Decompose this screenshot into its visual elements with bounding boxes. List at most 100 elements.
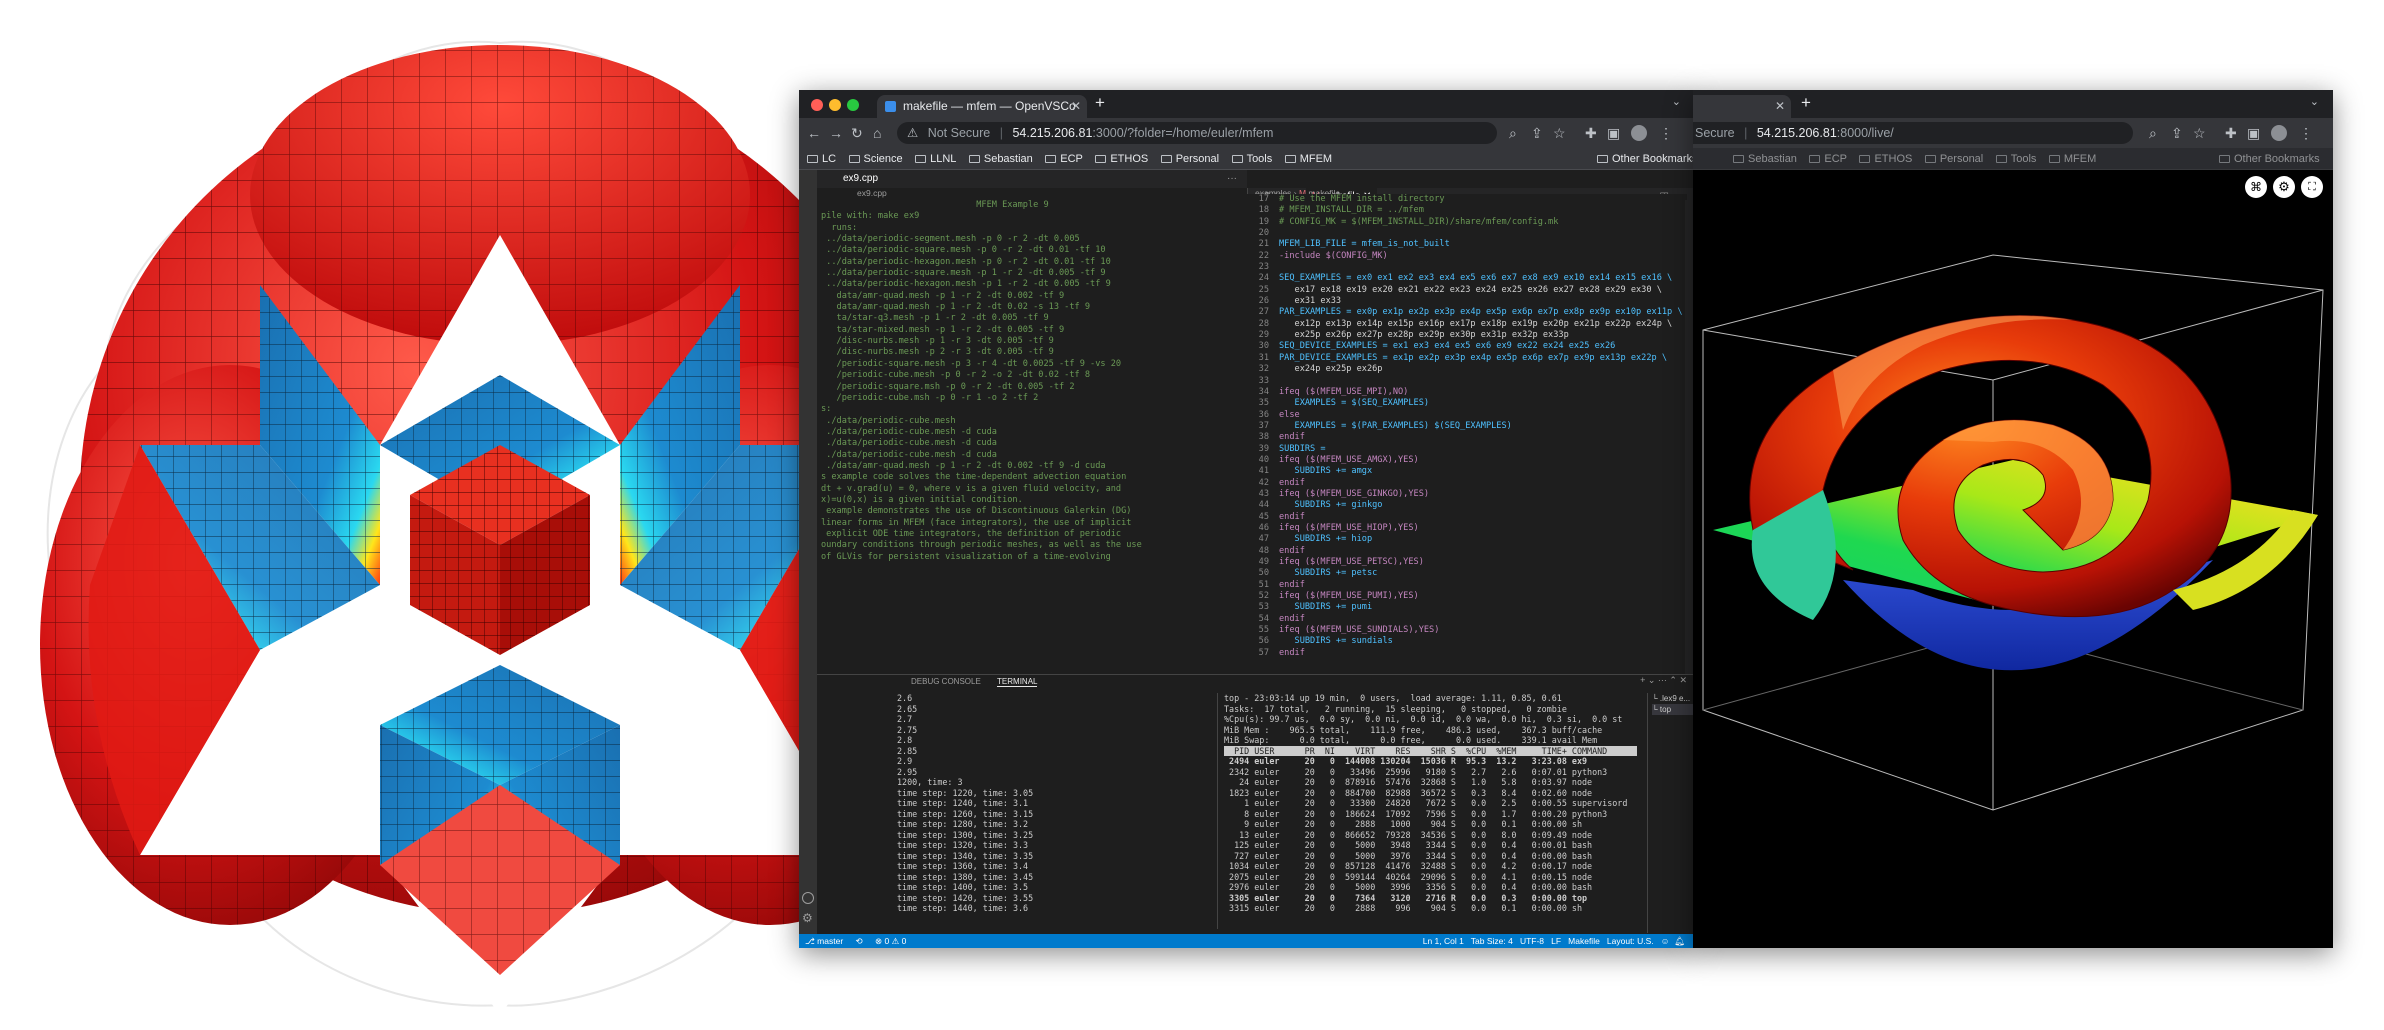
branch-status[interactable]: ⎇ master [805, 936, 843, 946]
bookmark-llnl[interactable]: LLNL [915, 148, 956, 169]
code-line: 47 SUBDIRS += hiop [1247, 534, 1687, 545]
address-bar-glvis[interactable]: Secure | 54.215.206.81:8000/live/ [1693, 122, 2133, 144]
keyboard-layout[interactable]: Layout: U.S. [1607, 936, 1654, 946]
share-icon[interactable]: ⇪ [2171, 118, 2183, 148]
other-bookmarks[interactable]: Other Bookmarks [2219, 148, 2320, 169]
terminal-instance-ex9[interactable]: └ .lex9 e... [1652, 693, 1695, 704]
panel-actions[interactable]: + ⌄ ··· ⌃ ✕ [1640, 675, 1687, 686]
line-number: 42 [1258, 477, 1269, 488]
screenshot-icon[interactable]: ⌘ [2245, 176, 2267, 198]
close-tab-icon[interactable]: ✕ [1071, 95, 1081, 118]
terminal-line: 1200, time: 3 [897, 777, 963, 787]
menu-icon[interactable]: ⋮ [2299, 118, 2313, 148]
menu-icon[interactable]: ⋮ [1659, 118, 1673, 148]
eol[interactable]: LF [1551, 936, 1561, 946]
other-bookmarks[interactable]: Other Bookmarks [1597, 148, 1695, 169]
notifications-icon[interactable]: 🔔︎ [1674, 936, 1685, 946]
glvis-canvas[interactable]: ⌘ ⚙ ⛶ [1693, 170, 2333, 948]
feedback-icon[interactable]: ☺ [1661, 936, 1670, 946]
bookmark-tools[interactable]: Tools [1231, 148, 1272, 169]
tab-search-icon[interactable]: ⌄ [2310, 95, 2319, 108]
close-tab-icon[interactable]: ✕ [1775, 95, 1785, 118]
bookmark-sebastian[interactable]: Sebastian [1733, 148, 1797, 169]
forward-icon[interactable]: → [829, 118, 843, 148]
problems-status[interactable]: ⊗ 0 ⚠ 0 [875, 936, 906, 946]
bookmark-mfem[interactable]: MFEM [2048, 148, 2096, 169]
profile-icon[interactable] [1631, 125, 1647, 141]
terminal-line: time step: 1260, time: 3.15 [897, 808, 1034, 819]
zoom-window-button[interactable] [847, 99, 859, 111]
bookmark-ethos[interactable]: ETHOS [1859, 148, 1912, 169]
gear-icon[interactable]: ⚙ [802, 912, 813, 924]
terminal-line: 2.8 [897, 735, 913, 745]
code-line: 17 # Use the MFEM install directory [1247, 194, 1687, 205]
bookmark-personal[interactable]: Personal [1160, 148, 1219, 169]
minimize-window-button[interactable] [829, 99, 841, 111]
tab-terminal[interactable]: TERMINAL [997, 677, 1038, 687]
line-text: EXAMPLES = $(PAR_EXAMPLES) $(SEQ_EXAMPLE… [1279, 420, 1512, 431]
bookmark-lc[interactable]: LC [807, 148, 836, 169]
more-actions-icon[interactable]: ··· [1227, 170, 1237, 188]
home-icon[interactable]: ⌂ [873, 118, 881, 148]
language-mode[interactable]: Makefile [1568, 936, 1600, 946]
sidebar-icon[interactable]: ▣ [1607, 118, 1620, 148]
terminal-top-output[interactable]: top - 23:03:14 up 19 min, 0 users, load … [1217, 693, 1637, 929]
bookmark-ethos[interactable]: ETHOS [1095, 148, 1148, 169]
browser-tab-vscode[interactable]: makefile — mfem — OpenVSCo ✕ [877, 95, 1087, 118]
bookmark-tools[interactable]: Tools [1995, 148, 2036, 169]
back-icon[interactable]: ← [807, 118, 821, 148]
code-line: /periodic-square.mesh -p 3 -r 4 -dt 0.00… [821, 358, 1122, 369]
tab-size[interactable]: Tab Size: 4 [1471, 936, 1513, 946]
sidebar-icon[interactable]: ▣ [2247, 118, 2260, 148]
terminal-line: 2.65 [897, 703, 918, 714]
terminal-ex9-output[interactable]: 2.6 2.65 2.7 2.75 2.8 2.85 2.9 2.95 1200, time: … [897, 693, 1152, 929]
sync-icon[interactable]: ⟲ [856, 936, 863, 946]
profile-icon[interactable] [2271, 125, 2287, 141]
new-tab-button[interactable]: + [1801, 93, 1811, 113]
code-line: ./data/amr-quad.mesh -p 1 -r 2 -dt 0.002… [821, 460, 1106, 471]
code-line: oundary conditions through periodic mesh… [821, 540, 1142, 551]
bookmark-ecp[interactable]: ECP [1045, 148, 1083, 169]
settings-icon[interactable]: ⚙ [2273, 176, 2295, 198]
code-line: 45 endif [1247, 512, 1687, 523]
code-line: 39 SUBDIRS = [1247, 444, 1687, 455]
line-text: SUBDIRS += sundials [1279, 636, 1393, 647]
bookmark-sebastian[interactable]: Sebastian [968, 148, 1033, 169]
bookmark-personal[interactable]: Personal [1924, 148, 1983, 169]
tab-search-icon[interactable]: ⌄ [1672, 95, 1681, 108]
bookmark-science[interactable]: Science [848, 148, 903, 169]
line-text: ex12p ex13p ex14p ex15p ex16p ex17p ex18… [1279, 318, 1673, 329]
top-column-header: PID USER PR NI VIRT RES SHR S %CPU %MEM … [1224, 745, 1637, 756]
new-tab-button[interactable]: + [1095, 93, 1105, 113]
left-code-editor[interactable]: MFEM Example 9 pile with: make ex9 runs: … [817, 200, 1247, 674]
bookmark-ecp[interactable]: ECP [1809, 148, 1847, 169]
bookmark-star-icon[interactable]: ☆ [2193, 118, 2206, 148]
close-window-button[interactable] [811, 99, 823, 111]
terminal-instance-top[interactable]: └ top [1652, 704, 1695, 715]
search-icon[interactable]: ⌕ [1509, 118, 1517, 148]
search-icon[interactable]: ⌕ [2149, 118, 2157, 148]
warning-icon: ⚠ [907, 126, 919, 140]
extension-icon[interactable]: ✚ [1585, 118, 1597, 148]
line-number: 43 [1258, 488, 1269, 499]
extension-icon[interactable]: ✚ [2225, 118, 2237, 148]
encoding[interactable]: UTF-8 [1520, 936, 1544, 946]
refresh-icon[interactable]: ↻ [851, 118, 863, 148]
bookmark-star-icon[interactable]: ☆ [1553, 118, 1566, 148]
cursor-position[interactable]: Ln 1, Col 1 [1423, 936, 1464, 946]
browser-tab-glvis[interactable]: ✕ [1693, 95, 1791, 118]
bookmark-mfem[interactable]: MFEM [1284, 148, 1332, 169]
tab-debug-console[interactable]: DEBUG CONSOLE [911, 677, 981, 686]
code-line: ../data/periodic-square.mesh -p 0 -r 2 -… [821, 245, 1106, 256]
share-icon[interactable]: ⇪ [1531, 118, 1543, 148]
tab-ex9-cpp[interactable]: ex9.cpp [843, 173, 878, 184]
right-code-editor[interactable]: 17 # Use the MFEM install directory 18 # MF… [1247, 194, 1687, 674]
code-line: 19 # CONFIG_MK = $(MFEM_INSTALL_DIR)/shar… [1247, 217, 1687, 228]
fullscreen-icon[interactable]: ⛶ [2301, 176, 2323, 198]
code-line: 34 ifeq ($(MFEM_USE_MPI),NO) [1247, 387, 1687, 398]
line-text: SUBDIRS += ginkgo [1279, 500, 1383, 511]
address-bar[interactable]: ⚠ Not Secure | 54.215.206.81:3000/?folde… [897, 122, 1497, 144]
folder-icon [848, 155, 860, 163]
account-icon[interactable] [802, 892, 814, 904]
line-text: endif [1279, 432, 1305, 443]
